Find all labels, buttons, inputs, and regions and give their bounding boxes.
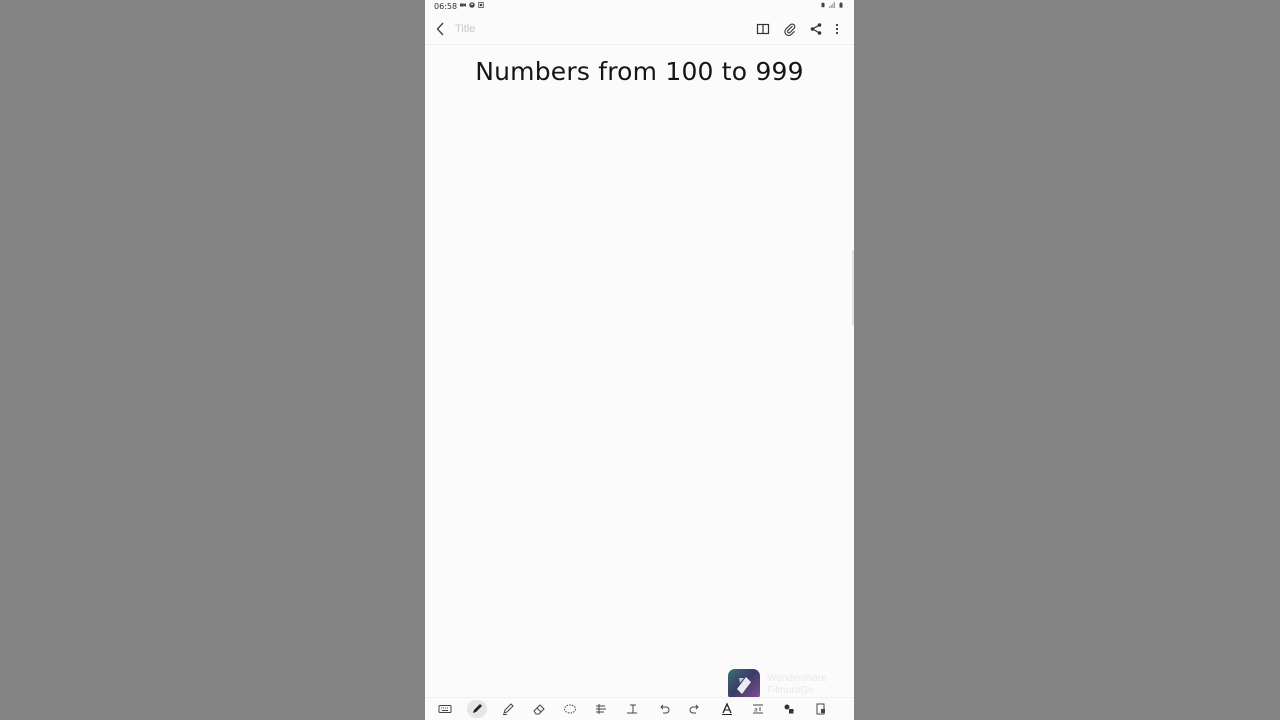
keyboard-button[interactable] <box>435 700 455 718</box>
battery-icon <box>839 2 843 8</box>
redo-icon <box>689 704 699 714</box>
status-system-icons <box>820 2 844 8</box>
status-bar: 06:58 <box>425 0 854 14</box>
format-fit-button[interactable]: a <box>748 700 768 718</box>
reading-mode-button[interactable] <box>754 20 772 38</box>
text-style-icon <box>596 704 606 714</box>
note-app-bar <box>425 14 854 44</box>
pen-icon <box>473 704 482 713</box>
text-style-button[interactable] <box>591 700 611 718</box>
redo-button[interactable] <box>685 700 705 718</box>
pen-button[interactable] <box>467 700 487 718</box>
drawing-toolbar: a <box>425 697 854 720</box>
handwriting-to-text-icon <box>722 702 732 715</box>
video-icon <box>460 3 466 7</box>
account-icon <box>469 2 475 8</box>
undo-button[interactable] <box>654 700 674 718</box>
attach-button[interactable] <box>781 20 799 38</box>
share-button[interactable] <box>807 20 825 38</box>
watermark-text: Wondershare FilmoraGo <box>767 673 827 697</box>
watermark-line-2: FilmoraGo <box>767 685 814 696</box>
eraser-button[interactable] <box>529 700 549 718</box>
share-icon <box>810 23 822 35</box>
status-time: 06:58 <box>434 2 458 11</box>
text-size-button[interactable] <box>622 700 642 718</box>
note-canvas[interactable]: Numbers from 100 to 999 <box>425 45 854 695</box>
scroll-handle[interactable] <box>852 250 854 325</box>
status-notification-icons <box>460 2 484 8</box>
page-lock-icon <box>816 703 825 715</box>
paperclip-icon <box>784 23 796 36</box>
chevron-left-icon <box>436 22 444 36</box>
text-size-icon <box>627 704 637 714</box>
phone-screen: 06:58 Numbers from 100 to <box>425 0 854 720</box>
undo-icon <box>660 704 670 714</box>
signal-icon <box>829 2 835 8</box>
eraser-icon <box>533 704 545 715</box>
highlighter-icon <box>503 703 514 715</box>
shapes-button[interactable] <box>779 700 799 718</box>
screenshot-icon <box>478 2 484 8</box>
back-button[interactable] <box>431 19 451 39</box>
svg-text:a: a <box>754 707 758 714</box>
title-input[interactable] <box>453 20 607 38</box>
lasso-select-button[interactable] <box>560 700 580 718</box>
handwriting-to-text-button[interactable] <box>717 700 737 718</box>
highlighter-button[interactable] <box>498 700 518 718</box>
alarm-icon <box>821 2 825 8</box>
more-options-button[interactable] <box>828 20 846 38</box>
lasso-icon <box>564 704 576 714</box>
book-icon <box>756 23 770 35</box>
lock-page-button[interactable] <box>811 700 831 718</box>
keyboard-icon <box>438 705 452 713</box>
watermark-line-1: Wondershare <box>767 673 827 684</box>
more-vertical-icon <box>835 23 839 35</box>
format-fit-icon: a <box>753 704 763 714</box>
note-text: Numbers from 100 to 999 <box>475 57 804 86</box>
shapes-icon <box>784 704 794 714</box>
